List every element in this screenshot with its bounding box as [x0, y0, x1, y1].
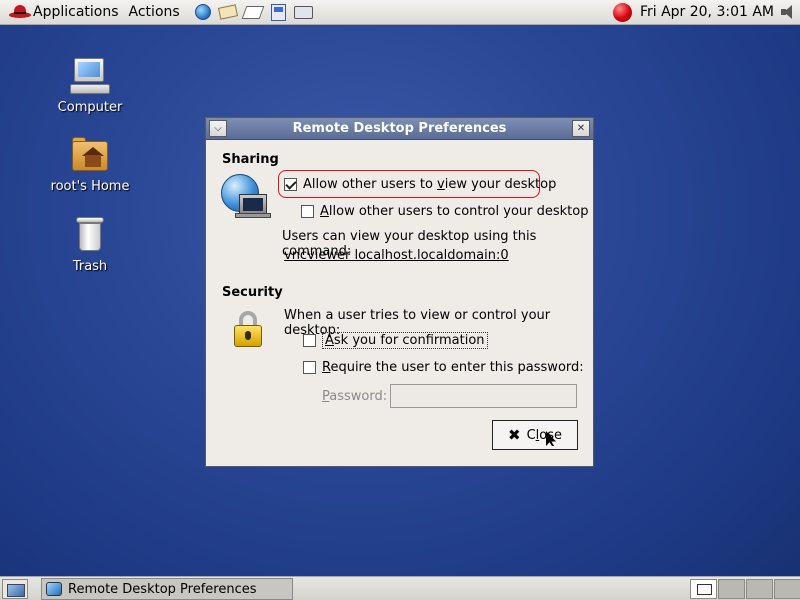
allow-control-option[interactable]: Allow other users to control your deskto…: [301, 204, 588, 219]
clock[interactable]: Fri Apr 20, 3:01 AM: [640, 4, 774, 20]
close-button-label: Close: [526, 427, 562, 443]
ask-confirmation-checkbox[interactable]: [303, 334, 316, 347]
actions-menu-label: Actions: [128, 4, 180, 20]
security-heading: Security: [222, 285, 283, 300]
workspace-1[interactable]: [690, 579, 717, 599]
desktop-icon-label: root's Home: [50, 179, 130, 194]
remote-desktop-icon: [46, 582, 62, 596]
home-folder-icon: [70, 135, 110, 175]
desktop-icon-computer[interactable]: Computer: [45, 56, 135, 115]
window-close-button[interactable]: ✕: [572, 120, 590, 137]
web-browser-icon[interactable]: [193, 2, 214, 22]
dialog-titlebar[interactable]: ⌵ Remote Desktop Preferences ✕: [206, 118, 593, 140]
ask-confirmation-label: Ask you for confirmation: [322, 332, 488, 349]
workspace-4[interactable]: [774, 579, 800, 599]
allow-control-checkbox[interactable]: [301, 205, 314, 218]
vnc-command-link[interactable]: vncviewer localhost.localdomain:0: [284, 248, 509, 263]
computer-icon: [70, 56, 110, 96]
require-password-label: Require the user to enter this password:: [322, 360, 584, 375]
close-button[interactable]: ✖ Close: [492, 420, 578, 450]
volume-icon[interactable]: [780, 4, 794, 20]
close-icon: ✕: [576, 123, 586, 134]
close-icon: ✖: [507, 426, 521, 444]
presentation-icon[interactable]: [293, 2, 314, 22]
ask-confirmation-option[interactable]: Ask you for confirmation: [303, 332, 488, 349]
remote-desktop-icon: [221, 172, 271, 222]
applications-menu[interactable]: Applications: [0, 0, 124, 25]
trash-icon: [70, 215, 110, 255]
remote-desktop-preferences-dialog: ⌵ Remote Desktop Preferences ✕ Sharing A…: [205, 117, 594, 467]
system-tray: Fri Apr 20, 3:01 AM: [612, 0, 800, 25]
allow-view-checkbox[interactable]: [284, 178, 297, 191]
window-menu-button[interactable]: ⌵: [209, 120, 227, 137]
password-field[interactable]: [390, 384, 577, 408]
email-icon[interactable]: [218, 2, 239, 22]
top-panel: Applications Actions Fri Apr 20, 3:01 AM: [0, 0, 800, 25]
require-password-checkbox[interactable]: [303, 361, 316, 374]
dialog-title: Remote Desktop Preferences: [292, 121, 507, 136]
allow-view-option[interactable]: Allow other users to view your desktop: [284, 177, 556, 192]
bottom-panel: Remote Desktop Preferences: [0, 576, 800, 600]
show-desktop-button[interactable]: [2, 579, 28, 599]
taskbar-item-remote-desktop[interactable]: Remote Desktop Preferences: [41, 578, 293, 600]
lock-icon: [233, 311, 263, 347]
taskbar-item-label: Remote Desktop Preferences: [68, 581, 257, 597]
launcher-bar: [193, 2, 314, 22]
workspace-3[interactable]: [746, 579, 773, 599]
workspace-2[interactable]: [718, 579, 745, 599]
allow-view-label: Allow other users to view your desktop: [303, 177, 557, 192]
chevron-down-icon: ⌵: [214, 123, 222, 134]
password-label: Password:: [322, 389, 388, 404]
desktop-icon-trash[interactable]: Trash: [45, 215, 135, 274]
update-notifier-icon[interactable]: [612, 2, 632, 22]
desktop-icon-label: Computer: [57, 100, 123, 115]
redhat-logo-icon: [9, 5, 31, 19]
require-password-option[interactable]: Require the user to enter this password:: [303, 360, 584, 375]
allow-control-label: Allow other users to control your deskto…: [320, 204, 589, 219]
actions-menu[interactable]: Actions: [124, 0, 185, 25]
sharing-heading: Sharing: [222, 152, 279, 167]
applications-menu-label: Applications: [33, 4, 119, 20]
writer-icon[interactable]: [241, 2, 265, 22]
calc-icon[interactable]: [268, 2, 289, 22]
desktop-icon-home[interactable]: root's Home: [45, 135, 135, 194]
workspace-switcher: [690, 579, 800, 599]
desktop-icon-label: Trash: [72, 259, 108, 274]
